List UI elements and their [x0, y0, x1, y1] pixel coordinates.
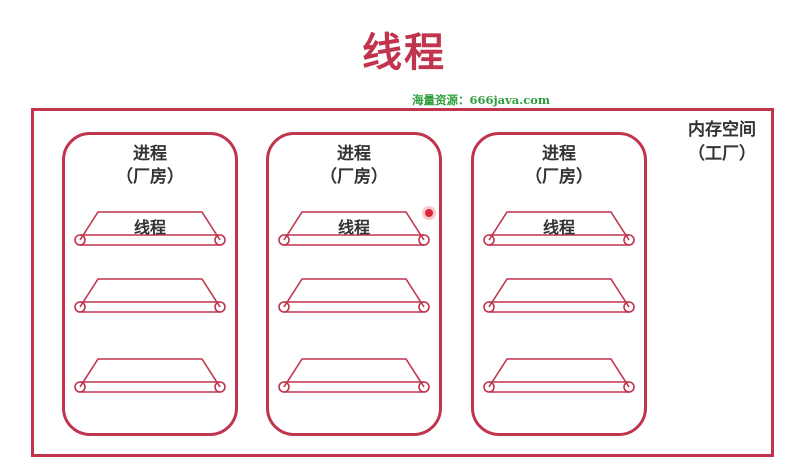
conveyor-belt-icon	[278, 278, 430, 313]
conveyor-belt-icon	[74, 358, 226, 393]
thread-2	[278, 276, 430, 316]
memory-space-label-line2: （工厂）	[688, 144, 756, 164]
memory-space-label-line1: 内存空间	[688, 120, 756, 140]
thread-label: 线程	[133, 218, 166, 237]
process-box-1: 进程 （厂房） 线程	[62, 132, 238, 436]
process-label-line1: 进程	[133, 144, 167, 164]
thread-3	[74, 356, 226, 396]
process-box-2: 进程 （厂房） 线程	[266, 132, 442, 436]
process-label-line1: 进程	[337, 144, 371, 164]
conveyor-belt-icon	[278, 358, 430, 393]
process-label: 进程 （厂房）	[269, 143, 439, 189]
thread-1: 线程	[74, 209, 226, 249]
conveyor-belt-icon	[74, 278, 226, 313]
page-title: 线程	[362, 30, 446, 76]
process-label: 进程 （厂房）	[65, 143, 235, 189]
process-label-line2: （厂房）	[320, 167, 388, 187]
process-label-line1: 进程	[542, 144, 576, 164]
conveyor-belt-icon	[483, 278, 635, 313]
memory-space-label: 内存空间 （工厂）	[676, 118, 768, 166]
thread-label: 线程	[542, 218, 575, 237]
process-label: 进程 （厂房）	[474, 143, 644, 189]
watermark-text: 海量资源：666java.com	[412, 93, 551, 107]
thread-2	[483, 276, 635, 316]
thread-label: 线程	[337, 218, 370, 237]
cursor-pointer	[425, 209, 433, 217]
process-box-3: 进程 （厂房） 线程	[471, 132, 647, 436]
thread-2	[74, 276, 226, 316]
thread-3	[278, 356, 430, 396]
thread-1: 线程	[278, 209, 430, 249]
conveyor-belt-icon	[483, 358, 635, 393]
process-label-line2: （厂房）	[116, 167, 184, 187]
thread-3	[483, 356, 635, 396]
process-label-line2: （厂房）	[525, 167, 593, 187]
thread-1: 线程	[483, 209, 635, 249]
